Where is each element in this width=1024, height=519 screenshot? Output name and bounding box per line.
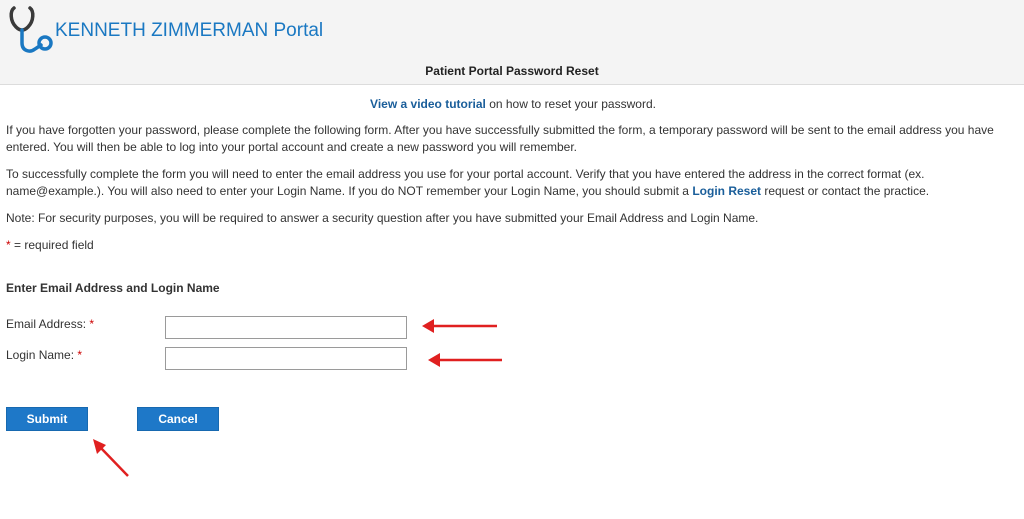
portal-header: KENNETH ZIMMERMAN Portal (0, 0, 1024, 62)
login-reset-link[interactable]: Login Reset (692, 184, 761, 198)
page-title-bar: Patient Portal Password Reset (0, 62, 1024, 85)
required-field-legend: * = required field (6, 237, 1024, 254)
portal-title: KENNETH ZIMMERMAN Portal (55, 20, 324, 41)
tutorial-text: on how to reset your password. (485, 97, 656, 111)
instructions-paragraph-2: To successfully complete the form you wi… (6, 166, 1024, 199)
login-name-label-text: Login Name: (6, 348, 75, 362)
email-arrow (422, 319, 497, 333)
submit-button[interactable]: Submit (6, 407, 88, 431)
email-label-text: Email Address: (6, 317, 87, 331)
required-field-text: = required field (10, 238, 94, 252)
submit-arrow (93, 439, 129, 477)
email-field[interactable] (165, 316, 407, 339)
login-name-required-star: * (77, 348, 83, 362)
email-label: Email Address: * (6, 316, 94, 333)
form-heading: Enter Email Address and Login Name (6, 281, 220, 295)
page-title: Patient Portal Password Reset (425, 64, 599, 78)
email-required-star: * (89, 317, 95, 331)
cancel-button[interactable]: Cancel (137, 407, 219, 431)
login-arrow (428, 353, 502, 367)
tutorial-line: View a video tutorial on how to reset yo… (6, 96, 1020, 113)
stethoscope-icon (9, 6, 53, 53)
login-name-field[interactable] (165, 347, 407, 370)
instructions-paragraph-2-end: request or contact the practice. (761, 183, 930, 198)
security-note: Note: For security purposes, you will be… (6, 211, 759, 225)
login-name-label: Login Name: * (6, 347, 82, 364)
instructions-paragraph-1: If you have forgotten your password, ple… (6, 123, 994, 154)
video-tutorial-link[interactable]: View a video tutorial (370, 97, 486, 111)
